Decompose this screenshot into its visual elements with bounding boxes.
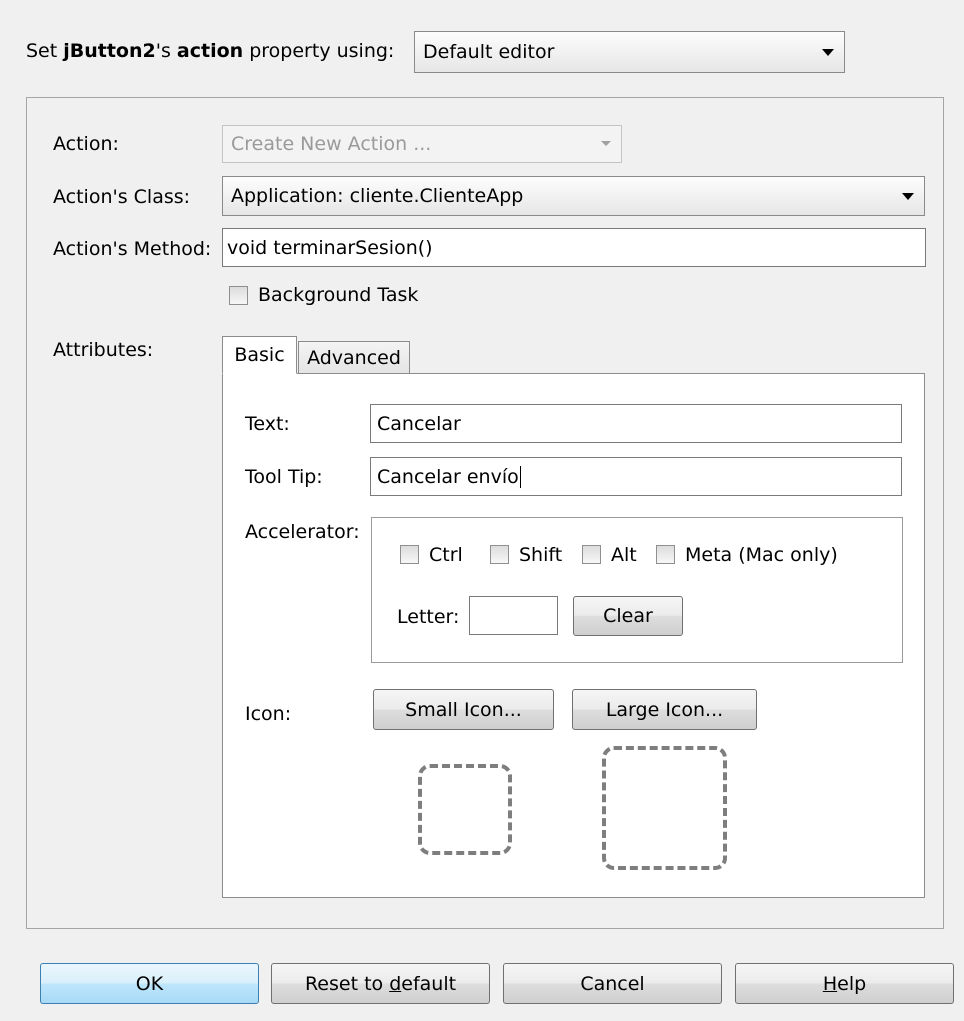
help-label-mnemonic: H [822, 972, 838, 995]
action-select: Create New Action ... [222, 125, 622, 163]
large-icon-button-label: Large Icon... [605, 698, 724, 721]
reset-to-default-button[interactable]: Reset to default [271, 963, 490, 1004]
help-label-post: elp [837, 972, 867, 995]
clear-button[interactable]: Clear [573, 596, 683, 636]
cancel-button[interactable]: Cancel [503, 963, 722, 1004]
reset-label-pre: Reset to [304, 972, 390, 995]
small-icon-placeholder [418, 764, 512, 855]
tab-basic[interactable]: Basic [222, 336, 297, 374]
chevron-down-icon [822, 49, 834, 56]
tab-basic-label: Basic [234, 344, 285, 366]
letter-label: Letter: [397, 606, 460, 628]
alt-label: Alt [611, 544, 637, 566]
text-field[interactable]: Cancelar [370, 404, 902, 443]
text-field-value: Cancelar [377, 412, 461, 435]
chevron-down-icon [601, 141, 611, 146]
action-method-label: Action's Method: [53, 238, 212, 260]
letter-field[interactable] [469, 596, 558, 635]
tab-advanced[interactable]: Advanced [298, 341, 410, 374]
accelerator-group [371, 517, 903, 663]
reset-label-post: efault [401, 972, 457, 995]
editor-select-value: Default editor [423, 41, 555, 63]
meta-label: Meta (Mac only) [685, 544, 838, 566]
cancel-button-label: Cancel [580, 972, 645, 995]
action-class-select[interactable]: Application: cliente.ClienteApp [222, 176, 925, 216]
clear-button-label: Clear [603, 605, 653, 627]
icon-label: Icon: [245, 703, 292, 725]
reset-button-label: Reset to default [305, 973, 456, 995]
help-button[interactable]: Help [735, 963, 954, 1004]
large-icon-placeholder [602, 746, 727, 870]
attributes-label: Attributes: [53, 339, 154, 361]
text-cursor [519, 465, 521, 488]
ok-button-label: OK [135, 972, 164, 995]
action-label: Action: [53, 133, 119, 155]
background-task-label: Background Task [258, 284, 419, 306]
ctrl-checkbox[interactable] [400, 545, 419, 564]
reset-label-mnemonic: d [389, 972, 402, 995]
shift-label: Shift [519, 544, 563, 566]
shift-checkbox[interactable] [490, 545, 509, 564]
text-label: Text: [245, 413, 290, 435]
background-task-checkbox[interactable] [229, 286, 248, 305]
action-class-value: Application: cliente.ClienteApp [231, 185, 524, 207]
help-button-label: Help [823, 973, 866, 995]
tooltip-field-value: Cancelar envío [377, 465, 519, 488]
header-possessive: 's [155, 40, 177, 62]
header-suffix: property using: [243, 40, 395, 62]
editor-select[interactable]: Default editor [414, 31, 845, 73]
alt-checkbox[interactable] [582, 545, 601, 564]
property-name: action [176, 40, 244, 62]
small-icon-button[interactable]: Small Icon... [373, 689, 554, 730]
property-editor-label: Set jButton2's action property using: [26, 40, 394, 62]
action-select-value: Create New Action ... [231, 133, 432, 155]
tab-advanced-label: Advanced [307, 346, 401, 369]
action-method-value: void terminarSesion() [227, 236, 433, 259]
header-prefix: Set [26, 40, 64, 62]
tooltip-label: Tool Tip: [245, 466, 323, 488]
ok-button[interactable]: OK [40, 963, 259, 1004]
accelerator-label: Accelerator: [245, 521, 360, 543]
ctrl-label: Ctrl [429, 544, 463, 566]
chevron-down-icon [902, 193, 914, 200]
large-icon-button[interactable]: Large Icon... [572, 689, 757, 730]
action-method-field[interactable]: void terminarSesion() [222, 228, 926, 267]
small-icon-button-label: Small Icon... [405, 698, 522, 721]
action-class-label: Action's Class: [53, 186, 191, 208]
tooltip-field[interactable]: Cancelar envío [370, 457, 902, 496]
meta-checkbox[interactable] [656, 545, 675, 564]
component-name: jButton2 [63, 40, 156, 62]
